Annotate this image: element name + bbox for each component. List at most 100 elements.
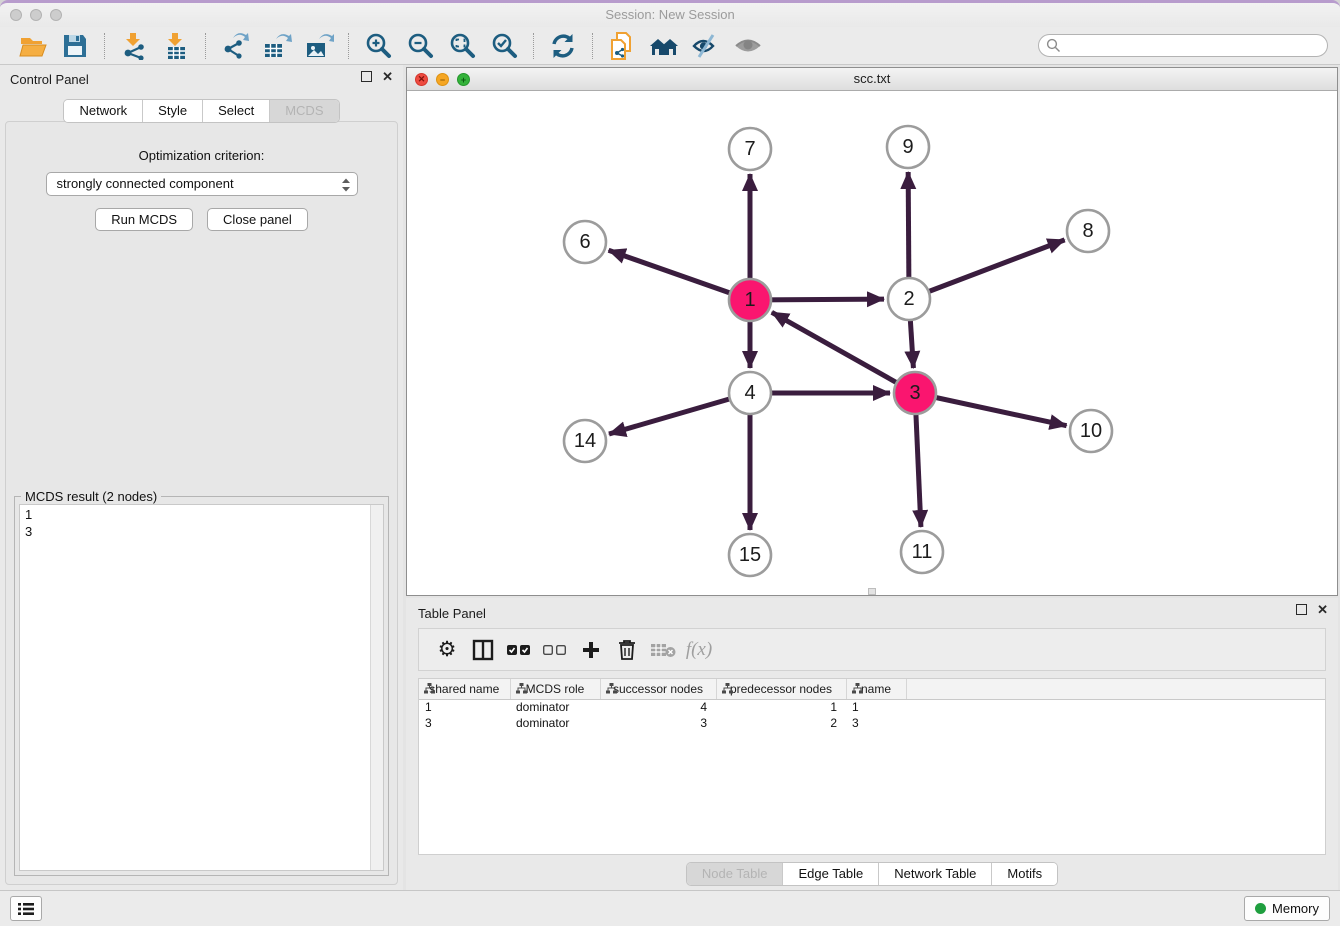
- run-mcds-button[interactable]: Run MCDS: [95, 208, 193, 231]
- export-table-icon[interactable]: [260, 31, 294, 61]
- import-network-icon[interactable]: [117, 31, 151, 61]
- import-table-icon[interactable]: [159, 31, 193, 61]
- control-panel: Control Panel ✕ NetworkStyleSelectMCDS O…: [0, 65, 403, 893]
- network-close-icon[interactable]: ✕: [415, 73, 428, 86]
- networks-overview-icon[interactable]: [647, 31, 681, 61]
- network-minimize-icon[interactable]: −: [436, 73, 449, 86]
- table-cell[interactable]: 1: [846, 699, 906, 715]
- close-panel-button[interactable]: Close panel: [207, 208, 308, 231]
- svg-text:3: 3: [909, 382, 920, 404]
- table-cell[interactable]: dominator: [510, 699, 600, 715]
- criterion-dropdown[interactable]: strongly connected component: [46, 172, 358, 196]
- memory-button[interactable]: Memory: [1244, 896, 1330, 921]
- column-header-MCDS-role[interactable]: MCDS role: [510, 679, 600, 699]
- toolbar-separator: [104, 33, 105, 59]
- table-cell[interactable]: 1: [419, 699, 510, 715]
- tab-network[interactable]: Network: [64, 100, 143, 122]
- result-scrollbar[interactable]: [370, 505, 383, 870]
- zoom-fit-icon[interactable]: [445, 31, 479, 61]
- tab-edge-table[interactable]: Edge Table: [783, 863, 879, 885]
- graph-node-11[interactable]: 11: [901, 531, 943, 573]
- open-session-icon[interactable]: [16, 31, 50, 61]
- table-panel-float-icon[interactable]: [1296, 604, 1307, 615]
- table-cell[interactable]: 1: [716, 699, 846, 715]
- status-bar: Memory: [0, 890, 1340, 926]
- column-tree-icon: [722, 683, 733, 694]
- zoom-selected-icon[interactable]: [487, 31, 521, 61]
- svg-text:7: 7: [744, 138, 755, 160]
- column-header-name[interactable]: name: [846, 679, 906, 699]
- table-cell[interactable]: 3: [846, 715, 906, 731]
- window-close-button[interactable]: [10, 9, 22, 21]
- refresh-layout-icon[interactable]: [546, 31, 580, 61]
- graph-node-1[interactable]: 1: [729, 279, 771, 321]
- table-cell[interactable]: 3: [600, 715, 716, 731]
- tab-network-table[interactable]: Network Table: [879, 863, 992, 885]
- table-cell[interactable]: 3: [419, 715, 510, 731]
- graph-node-3[interactable]: 3: [894, 372, 936, 414]
- graph-node-7[interactable]: 7: [729, 128, 771, 170]
- search-input[interactable]: [1038, 34, 1328, 57]
- tab-style[interactable]: Style: [143, 100, 203, 122]
- search-icon: [1046, 38, 1061, 53]
- add-column-icon[interactable]: [573, 634, 609, 666]
- tab-mcds[interactable]: MCDS: [270, 100, 338, 122]
- table-tab-group: Node TableEdge TableNetwork TableMotifs: [686, 862, 1058, 886]
- tab-motifs[interactable]: Motifs: [992, 863, 1057, 885]
- export-network-icon[interactable]: [218, 31, 252, 61]
- table-cell[interactable]: 2: [716, 715, 846, 731]
- mcds-result-title: MCDS result (2 nodes): [21, 489, 161, 504]
- dropdown-stepper-icon: [341, 177, 351, 193]
- toolbar-separator: [533, 33, 534, 59]
- table-cell[interactable]: 4: [600, 699, 716, 715]
- graph-node-9[interactable]: 9: [887, 126, 929, 168]
- save-session-icon[interactable]: [58, 31, 92, 61]
- column-header-successor-nodes[interactable]: successor nodes: [600, 679, 716, 699]
- network-maximize-icon[interactable]: +: [457, 73, 470, 86]
- mcds-result-area[interactable]: 13: [19, 504, 384, 871]
- column-header-predecessor-nodes[interactable]: predecessor nodes: [716, 679, 846, 699]
- delete-column-icon[interactable]: [609, 634, 645, 666]
- graph-edge-3-10[interactable]: [915, 393, 1067, 426]
- tab-select[interactable]: Select: [203, 100, 270, 122]
- table-cell[interactable]: dominator: [510, 715, 600, 731]
- graph-node-15[interactable]: 15: [729, 534, 771, 576]
- table-settings-gear-icon[interactable]: ⚙: [429, 634, 465, 666]
- toolbar-separator: [592, 33, 593, 59]
- graph-edge-3-1[interactable]: [772, 312, 915, 393]
- hide-selected-icon[interactable]: [689, 31, 723, 61]
- delete-table-icon[interactable]: [645, 634, 681, 666]
- zoom-in-icon[interactable]: [361, 31, 395, 61]
- select-all-rows-icon[interactable]: [501, 634, 537, 666]
- function-builder-icon[interactable]: f(x): [681, 634, 717, 666]
- graph-node-14[interactable]: 14: [564, 420, 606, 462]
- graph-node-10[interactable]: 10: [1070, 410, 1112, 452]
- table-row[interactable]: 1dominator411: [419, 699, 1325, 715]
- graph-node-8[interactable]: 8: [1067, 210, 1109, 252]
- window-zoom-button[interactable]: [50, 9, 62, 21]
- control-panel-close-icon[interactable]: ✕: [382, 71, 393, 82]
- graph-edge-1-6[interactable]: [609, 250, 750, 300]
- tab-node-table[interactable]: Node Table: [687, 863, 784, 885]
- column-visibility-icon[interactable]: [465, 634, 501, 666]
- column-header-shared-name[interactable]: shared name: [419, 679, 510, 699]
- zoom-out-icon[interactable]: [403, 31, 437, 61]
- export-image-icon[interactable]: [302, 31, 336, 61]
- window-minimize-button[interactable]: [30, 9, 42, 21]
- network-window-titlebar[interactable]: ✕ − + scc.txt: [407, 68, 1337, 91]
- svg-text:1: 1: [744, 289, 755, 311]
- deselect-all-rows-icon[interactable]: [537, 634, 573, 666]
- network-resize-grip[interactable]: [868, 588, 876, 595]
- task-history-button[interactable]: [10, 896, 42, 921]
- show-hidden-icon[interactable]: [731, 31, 765, 61]
- control-panel-float-icon[interactable]: [361, 71, 372, 82]
- table-row[interactable]: 3dominator323: [419, 715, 1325, 731]
- graph-node-4[interactable]: 4: [729, 372, 771, 414]
- table-cell-filler: [906, 715, 1325, 731]
- table-panel-close-icon[interactable]: ✕: [1317, 604, 1328, 615]
- graph-node-6[interactable]: 6: [564, 221, 606, 263]
- clone-network-icon[interactable]: [605, 31, 639, 61]
- network-canvas[interactable]: 1 2 3 4 6 7 8 9 10 11 14 15: [407, 91, 1337, 595]
- graph-node-2[interactable]: 2: [888, 278, 930, 320]
- graph-edge-2-8[interactable]: [909, 240, 1065, 299]
